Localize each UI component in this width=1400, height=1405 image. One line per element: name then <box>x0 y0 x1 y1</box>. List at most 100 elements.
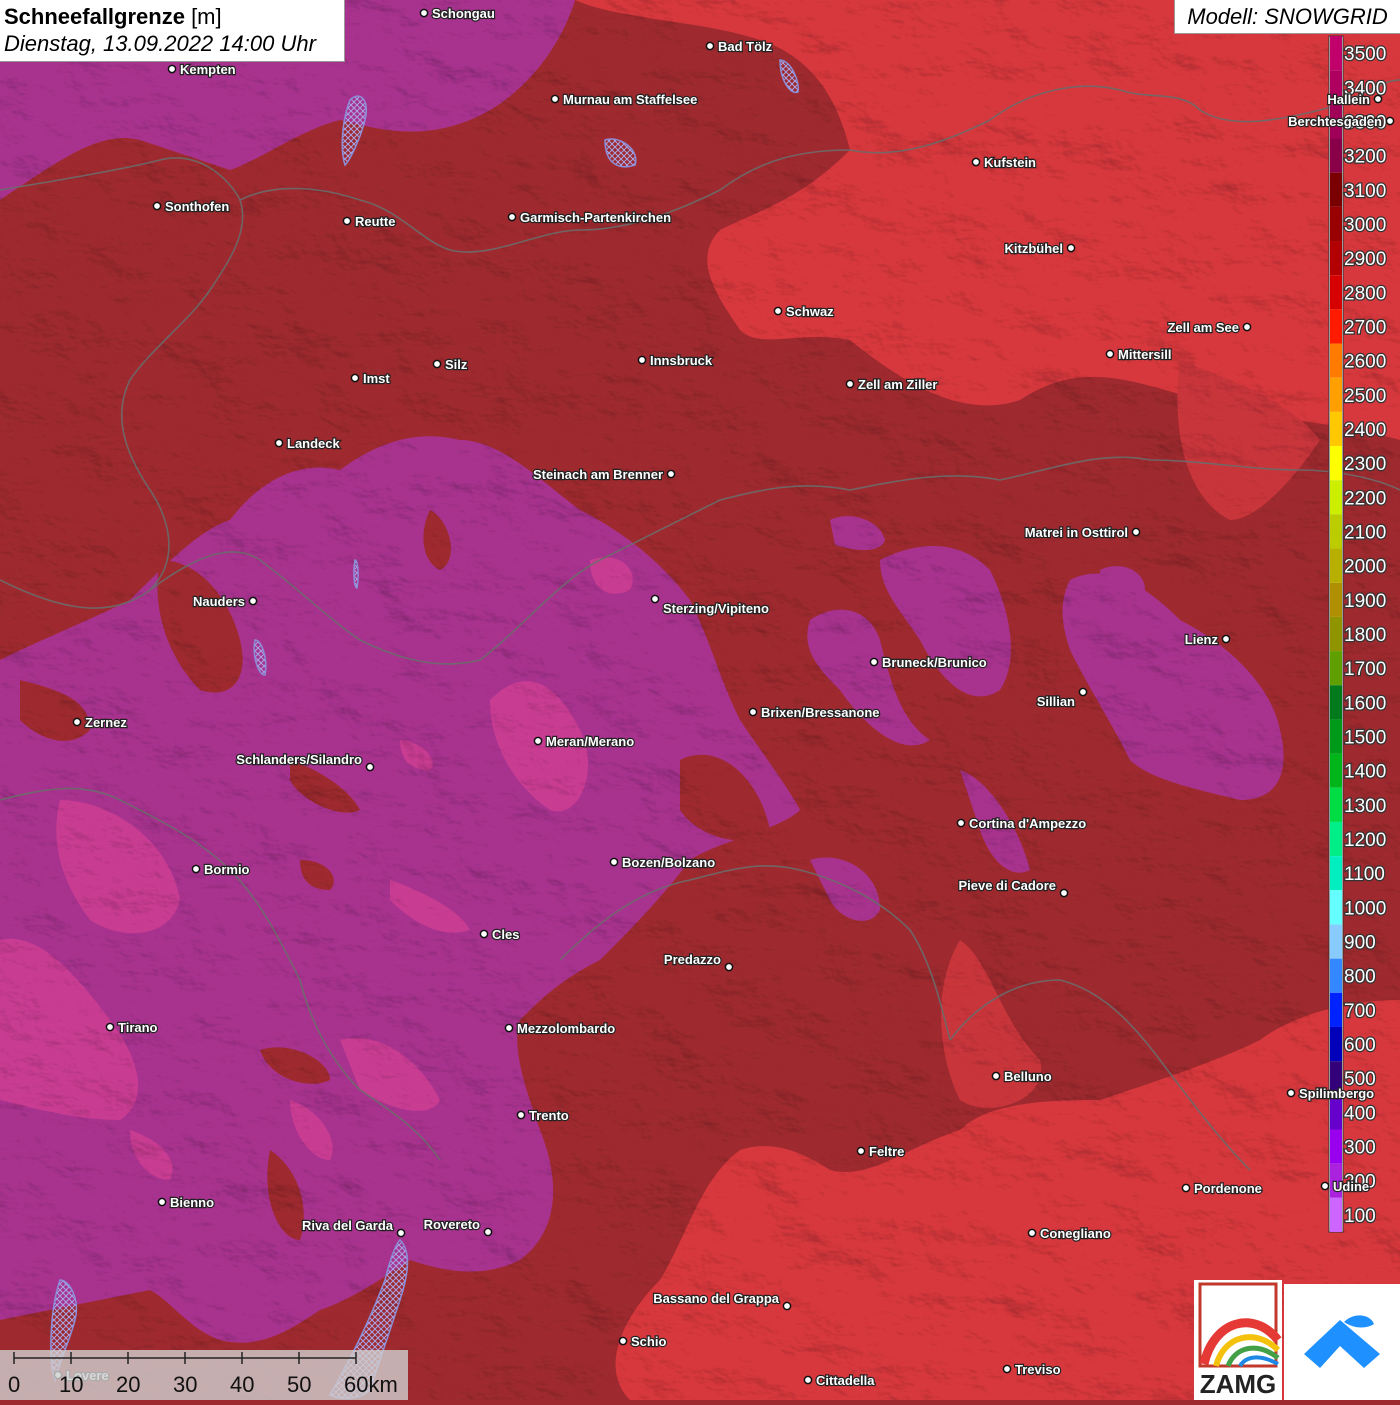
city-bruneck-brunico: Bruneck/Brunico <box>869 654 988 671</box>
city-dot-icon <box>869 657 879 667</box>
map-datetime: Dienstag, 13.09.2022 14:00 Uhr <box>4 31 316 56</box>
city-label: Bad Tölz <box>718 39 773 54</box>
city-dot-icon <box>618 1336 628 1346</box>
colorbar-label: 3200 <box>1344 147 1386 168</box>
city-dot-icon <box>803 1375 813 1385</box>
city-dot-icon <box>1131 527 1141 537</box>
city-dot-icon <box>516 1110 526 1120</box>
city-dot-icon <box>504 1023 514 1033</box>
city-label: Zell am See <box>1167 320 1239 335</box>
city-spilimbergo: Spilimbergo <box>1286 1085 1375 1102</box>
colorbar-label: 3000 <box>1344 215 1386 236</box>
city-label: Lienz <box>1185 632 1219 647</box>
city-dot-icon <box>396 1228 406 1238</box>
city-label: Sillian <box>1037 694 1075 709</box>
city-dot-icon <box>782 1301 792 1311</box>
city-label: Treviso <box>1015 1362 1061 1377</box>
city-dot-icon <box>666 469 676 479</box>
colorbar-swatch <box>1330 651 1342 686</box>
app-mountain-icon <box>1304 1315 1380 1368</box>
colorbar-swatch <box>1330 924 1342 959</box>
city-dot-icon <box>1078 687 1088 697</box>
city-dot-icon <box>956 818 966 828</box>
city-label: Bozen/Bolzano <box>622 855 715 870</box>
city-label: Bienno <box>170 1195 214 1210</box>
city-dot-icon <box>773 306 783 316</box>
colorbar-swatch <box>1330 856 1342 891</box>
scalebar-label: 0 <box>8 1372 20 1397</box>
city-label: Udine <box>1333 1179 1369 1194</box>
city-label: Meran/Merano <box>546 734 634 749</box>
colorbar-label: 1900 <box>1344 591 1386 612</box>
city-dot-icon <box>152 201 162 211</box>
city-dot-icon <box>1320 1181 1330 1191</box>
colorbar-swatch <box>1330 206 1342 242</box>
colorbar-label: 3100 <box>1344 181 1386 202</box>
map-title-variable: Schneefallgrenze <box>4 4 185 29</box>
city-dot-icon <box>705 41 715 51</box>
colorbar-swatch <box>1330 1197 1342 1232</box>
colorbar-swatch <box>1330 1129 1342 1164</box>
city-label: Kitzbühel <box>1005 241 1064 256</box>
zamg-logo-text: ZAMG <box>1199 1369 1277 1399</box>
city-schongau: Schongau <box>419 5 496 22</box>
colorbar-swatch <box>1330 685 1342 720</box>
title-panel: Schneefallgrenze [m] Dienstag, 13.09.202… <box>0 0 345 62</box>
scalebar-label: 60km <box>344 1372 398 1397</box>
colorbar-label: 2000 <box>1344 557 1386 578</box>
colorbar-label: 3500 <box>1344 44 1386 65</box>
city-label: Silz <box>445 357 468 372</box>
city-dot-icon <box>724 962 734 972</box>
colorbar-swatch <box>1330 958 1342 993</box>
city-label: Reutte <box>355 214 395 229</box>
colorbar-swatch <box>1330 616 1342 652</box>
city-label: Feltre <box>869 1144 904 1159</box>
colorbar-label: 1200 <box>1344 830 1386 851</box>
model-label: Modell: SNOWGRID <box>1174 0 1400 34</box>
colorbar-swatches <box>1330 36 1342 1232</box>
colorbar-swatch <box>1330 787 1342 822</box>
colorbar-swatch <box>1330 275 1342 310</box>
colorbar-label: 1400 <box>1344 762 1386 783</box>
city-label: Bormio <box>204 862 250 877</box>
city-label: Landeck <box>287 436 341 451</box>
city-meran-merano: Meran/Merano <box>533 733 635 750</box>
colorbar-swatch <box>1330 582 1342 617</box>
scalebar: 0 10 20 30 40 50 60km <box>0 1350 408 1400</box>
zamg-rainbow-icon <box>1198 1282 1282 1368</box>
city-dot-icon <box>274 438 284 448</box>
city-dot-icon <box>533 736 543 746</box>
city-brixen-bressanone: Brixen/Bressanone <box>748 704 881 721</box>
colorbar-label: 2400 <box>1344 420 1386 441</box>
city-label: Sterzing/Vipiteno <box>663 601 769 616</box>
colorbar-swatch <box>1330 343 1342 378</box>
city-label: Schwaz <box>786 304 834 319</box>
city-bozen-bolzano: Bozen/Bolzano <box>609 854 716 871</box>
colorbar-label: 1800 <box>1344 625 1386 646</box>
city-pordenone: Pordenone <box>1181 1180 1263 1197</box>
city-label: Zernez <box>85 715 127 730</box>
city-dot-icon <box>991 1071 1001 1081</box>
city-dot-icon <box>483 1227 493 1237</box>
colorbar-label: 300 <box>1344 1138 1376 1159</box>
colorbar-swatch <box>1330 309 1342 344</box>
city-label: Schio <box>631 1334 666 1349</box>
city-label: Belluno <box>1004 1069 1052 1084</box>
colorbar-swatch <box>1330 890 1342 925</box>
colorbar-label: 1500 <box>1344 728 1386 749</box>
colorbar-label: 2500 <box>1344 386 1386 407</box>
colorbar-label: 1300 <box>1344 796 1386 817</box>
city-label: Matrei in Osttirol <box>1025 525 1128 540</box>
city-dot-icon <box>845 379 855 389</box>
city-mezzolombardo: Mezzolombardo <box>504 1020 616 1037</box>
city-cortina-d-ampezzo: Cortina d'Ampezzo <box>956 815 1087 832</box>
city-label: Innsbruck <box>650 353 713 368</box>
city-dot-icon <box>1373 94 1383 104</box>
colorbar-swatch <box>1330 138 1342 173</box>
city-label: Cles <box>492 927 519 942</box>
colorbar-swatch <box>1330 753 1342 788</box>
colorbar-swatch <box>1330 480 1342 515</box>
colorbar-swatch <box>1330 719 1342 754</box>
city-dot-icon <box>1027 1228 1037 1238</box>
city-label: Bruneck/Brunico <box>882 655 987 670</box>
